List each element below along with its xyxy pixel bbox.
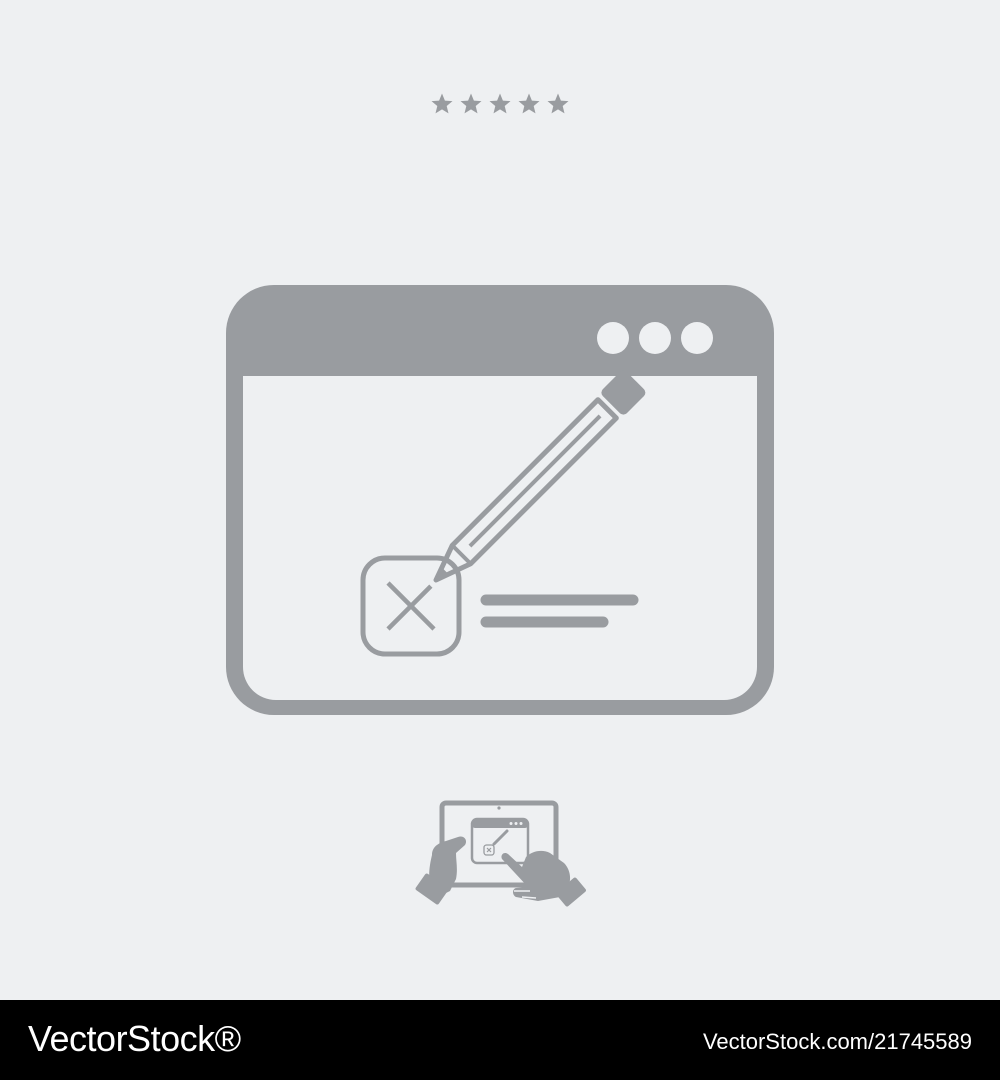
artwork-canvas: [0, 0, 1000, 1000]
window-dots-icon: [597, 322, 713, 354]
browser-window-edit-icon: [226, 285, 774, 715]
star-icon: [518, 93, 540, 114]
star-icon: [547, 93, 569, 114]
brand-logo: VectorStock®: [28, 1018, 241, 1059]
right-hand-icon: [501, 850, 586, 907]
rating-stars: [430, 92, 570, 118]
tablet-hands-icon: [415, 800, 586, 907]
mini-browser-window-icon: [470, 817, 530, 865]
left-hand-icon: [415, 836, 467, 905]
star-icon: [489, 93, 511, 114]
footer-bar: VectorStock® VectorStock.com/21745589: [0, 1000, 1000, 1080]
star-icon: [431, 93, 453, 114]
star-icon: [460, 93, 482, 114]
image-credit: VectorStock.com/21745589: [702, 1029, 972, 1054]
